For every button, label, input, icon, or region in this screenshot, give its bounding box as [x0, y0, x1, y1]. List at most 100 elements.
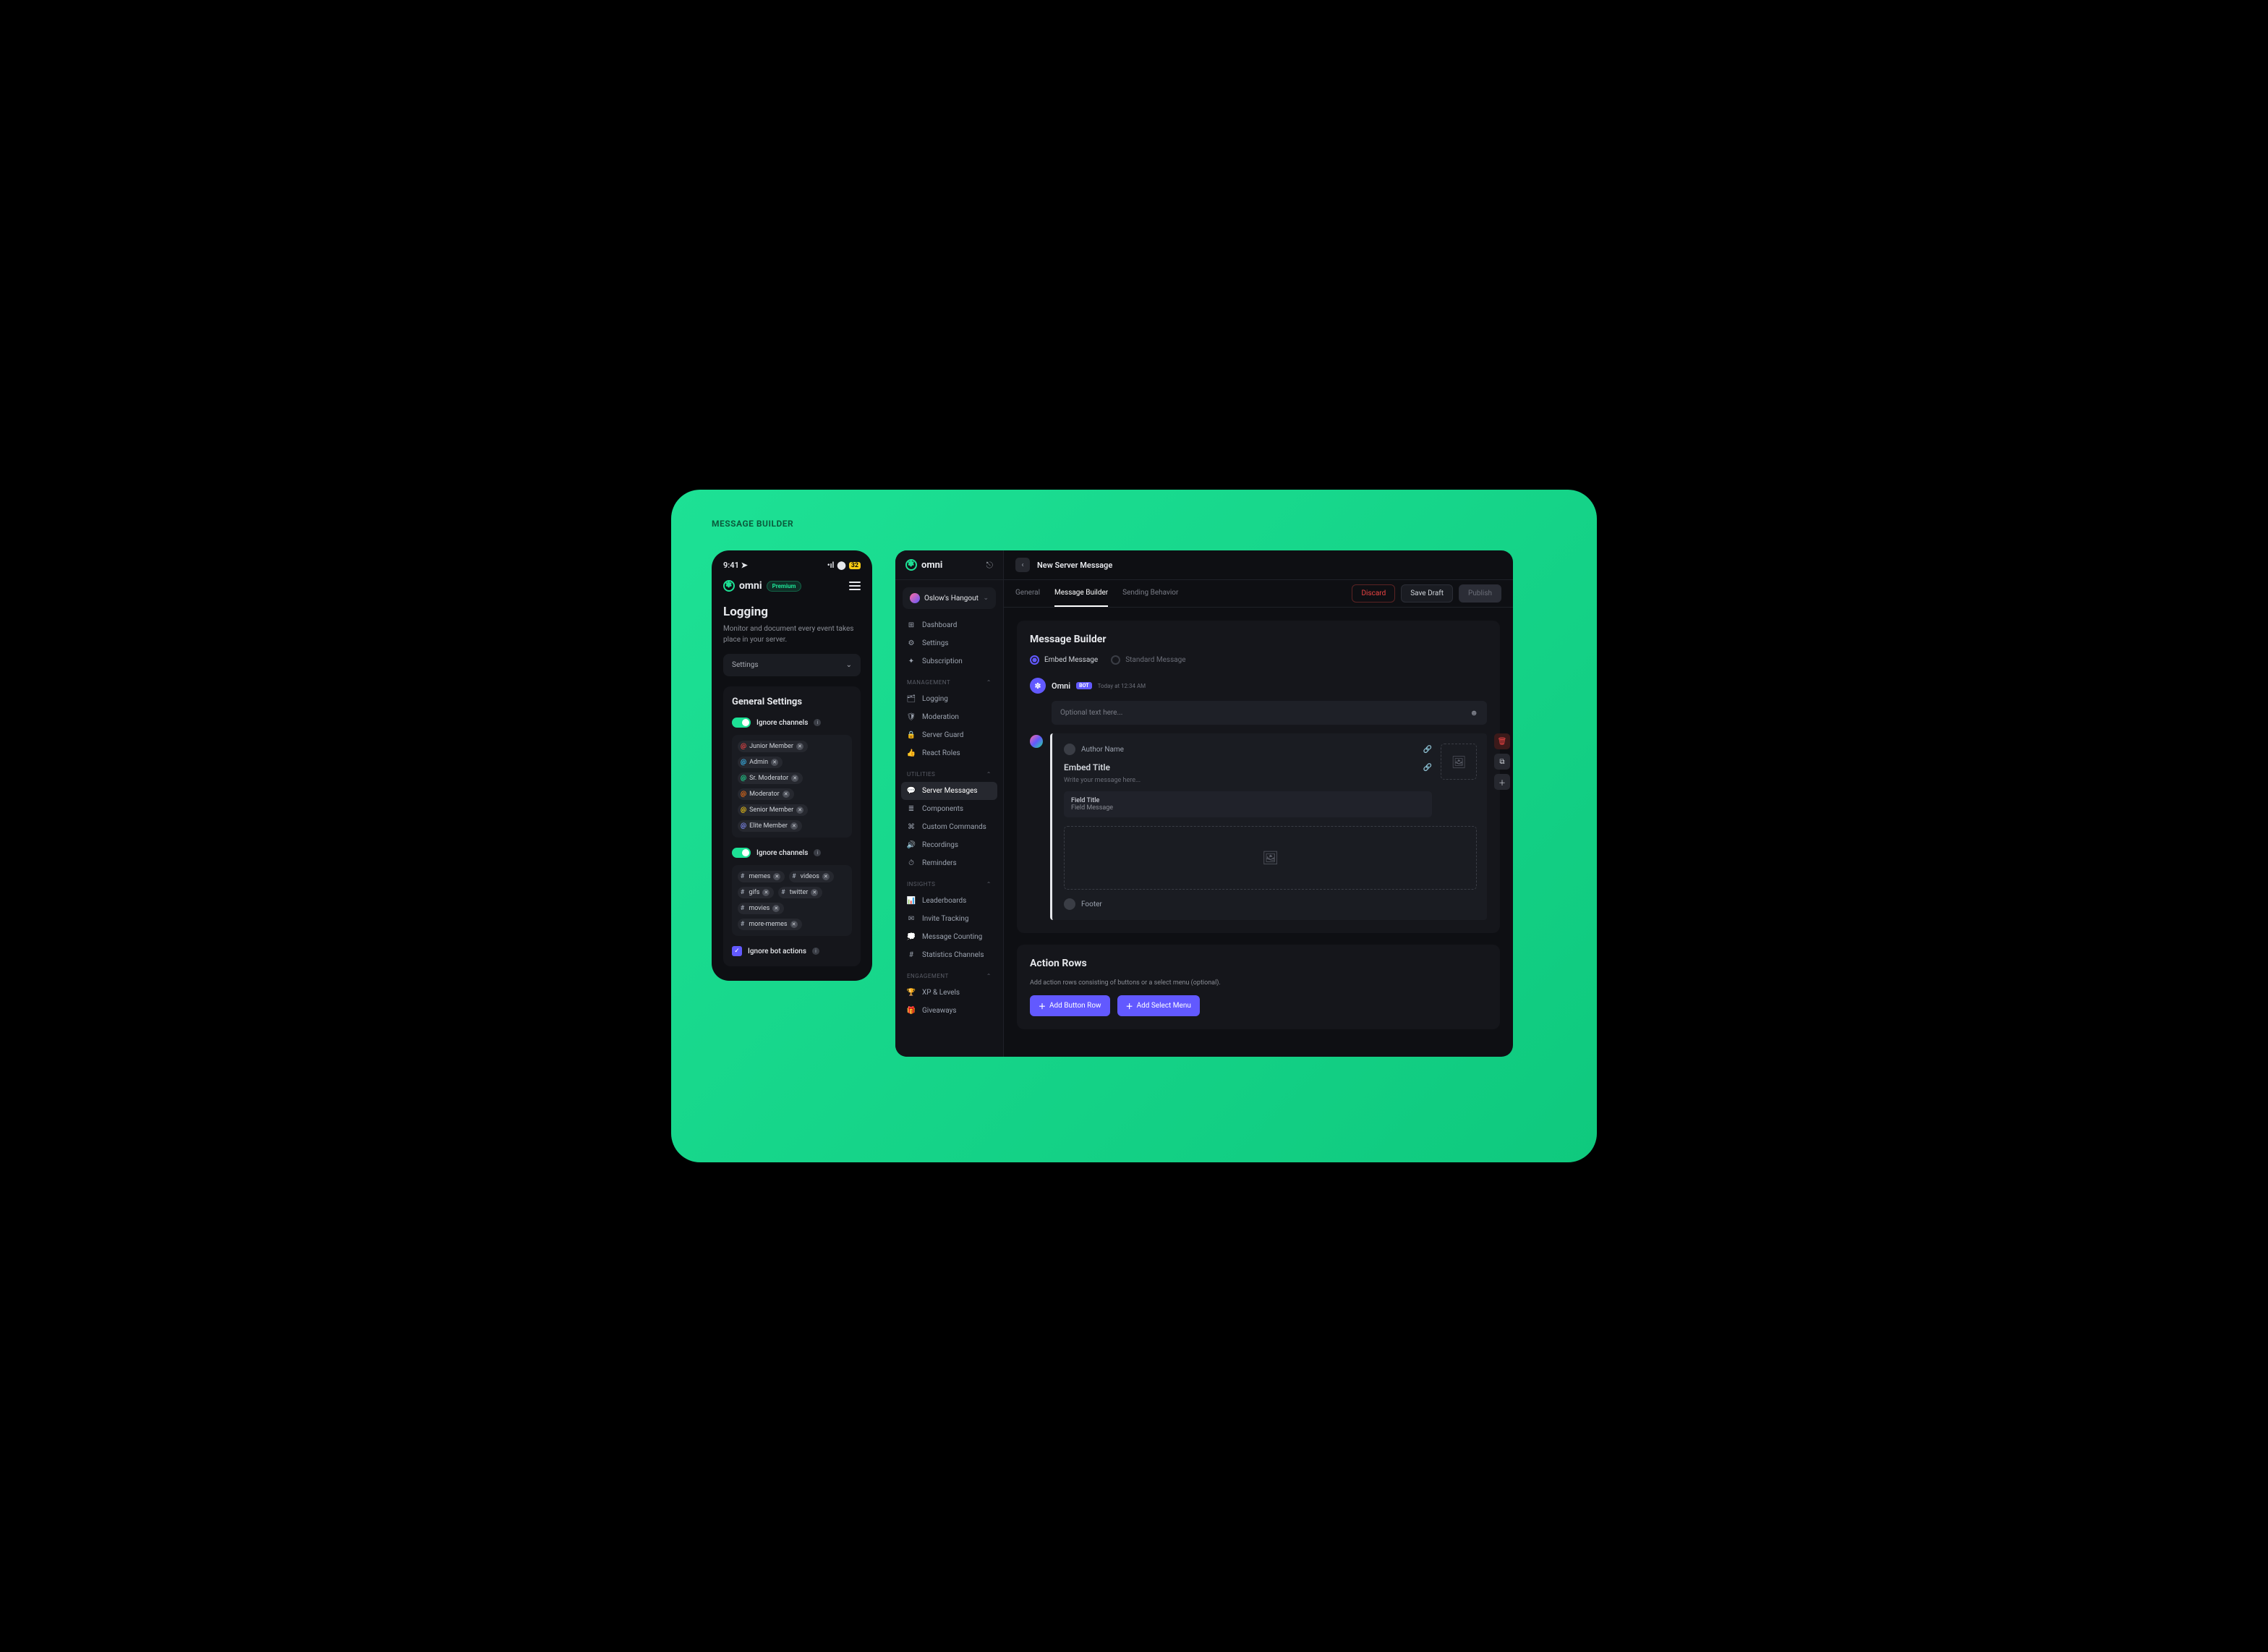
embed-title-input[interactable]: Embed Title 🔗 [1064, 762, 1432, 772]
nav-group-header[interactable]: ENGAGEMENT⌃ [901, 964, 997, 984]
logout-icon[interactable]: ⎋ [986, 560, 994, 571]
info-icon[interactable]: i [812, 948, 819, 955]
nav-group-header[interactable]: INSIGHTS⌃ [901, 872, 997, 892]
remove-icon[interactable]: ✕ [791, 775, 798, 782]
nav-icon: ✉ [907, 915, 916, 923]
bot-name: Omni [1052, 681, 1070, 691]
footer-input[interactable]: Footer [1081, 900, 1102, 908]
embed-field[interactable]: Field Title Field Message [1064, 791, 1432, 817]
nav-item[interactable]: ⚙Settings [901, 634, 997, 652]
nav-item[interactable]: 🛡Moderation [901, 708, 997, 726]
role-chip[interactable]: @Sr. Moderator✕ [738, 772, 803, 784]
delete-embed-button[interactable]: 🗑 [1494, 733, 1510, 749]
embed-description-input[interactable]: Write your message here... [1064, 777, 1432, 784]
add-button-row-button[interactable]: ＋Add Button Row [1030, 995, 1110, 1016]
back-button[interactable]: ‹ [1015, 558, 1030, 572]
tab[interactable]: Message Builder [1054, 580, 1108, 607]
nav-item[interactable]: 🏆XP & Levels [901, 984, 997, 1002]
toggle-label: Ignore channels [756, 719, 808, 727]
nav-item[interactable]: 📊Leaderboards [901, 892, 997, 910]
settings-select-label: Settings [732, 661, 759, 669]
info-icon[interactable]: i [814, 849, 821, 856]
plus-icon: ＋ [1039, 1000, 1046, 1011]
nav-label: Giveaways [922, 1007, 957, 1015]
save-draft-button[interactable]: Save Draft [1401, 584, 1453, 603]
nav-item[interactable]: 🎁Giveaways [901, 1002, 997, 1020]
remove-icon[interactable]: ✕ [783, 791, 790, 798]
channel-chip[interactable]: #twitter✕ [778, 887, 822, 898]
author-avatar[interactable] [1064, 744, 1075, 755]
channel-chip[interactable]: #more-memes✕ [738, 919, 802, 930]
channels-chip-list: #memes✕ #videos✕ #gifs✕ #twitter✕ #movies✕ #m… [732, 865, 852, 936]
server-select[interactable]: Oslow's Hangout ⌄ [903, 587, 996, 609]
remove-icon[interactable]: ✕ [790, 921, 798, 928]
nav-item[interactable]: 🔊Recordings [901, 836, 997, 854]
settings-select[interactable]: Settings ⌄ [723, 654, 861, 676]
remove-icon[interactable]: ✕ [796, 806, 803, 814]
color-handle[interactable] [1030, 735, 1043, 748]
footer-avatar[interactable] [1064, 898, 1075, 910]
publish-button[interactable]: Publish [1459, 584, 1501, 603]
nav-group-header[interactable]: MANAGEMENT⌃ [901, 670, 997, 690]
wifi-icon: ⬤ [837, 561, 845, 570]
nav-item[interactable]: 💬Server Messages [901, 782, 997, 800]
remove-icon[interactable]: ✕ [762, 889, 770, 896]
channel-chip[interactable]: #memes✕ [738, 871, 785, 882]
nav-group-header[interactable]: UTILITIES⌃ [901, 762, 997, 782]
remove-icon[interactable]: ✕ [811, 889, 818, 896]
emoji-icon[interactable]: ☻ [1470, 708, 1478, 718]
tab[interactable]: Sending Behavior [1122, 580, 1178, 607]
ignore-channels-toggle[interactable] [732, 718, 751, 728]
page-label: MESSAGE BUILDER [712, 519, 1597, 529]
button-label: Add Select Menu [1137, 1002, 1191, 1010]
role-chip[interactable]: @Senior Member✕ [738, 804, 808, 816]
copy-embed-button[interactable]: ⧉ [1494, 754, 1510, 770]
author-name-input[interactable]: Author Name [1081, 746, 1124, 754]
role-chip[interactable]: @Admin✕ [738, 757, 783, 768]
at-icon: @ [741, 759, 746, 766]
add-embed-button[interactable]: ＋ [1494, 774, 1510, 790]
link-icon[interactable]: 🔗 [1423, 764, 1432, 772]
remove-icon[interactable]: ✕ [790, 822, 798, 830]
remove-icon[interactable]: ✕ [796, 743, 803, 750]
ignore-channels-toggle-2[interactable] [732, 848, 751, 858]
brand-logo: omni Premium [723, 580, 801, 592]
hash-icon: # [741, 905, 744, 912]
role-chip[interactable]: @Elite Member✕ [738, 820, 802, 832]
channel-chip[interactable]: #movies✕ [738, 903, 784, 914]
role-chip[interactable]: @Junior Member✕ [738, 741, 808, 752]
nav-item[interactable]: 👍React Roles [901, 744, 997, 762]
nav-item[interactable]: 🔒Server Guard [901, 726, 997, 744]
ignore-bots-checkbox[interactable]: ✓ [732, 946, 742, 956]
channel-chip[interactable]: #videos✕ [789, 871, 834, 882]
remove-icon[interactable]: ✕ [771, 759, 778, 766]
channel-chip[interactable]: #gifs✕ [738, 887, 774, 898]
menu-icon[interactable] [849, 582, 861, 590]
discard-button[interactable]: Discard [1352, 584, 1395, 603]
nav-item[interactable]: 🗂Logging [901, 690, 997, 708]
optional-text-input[interactable]: Optional text here... ☻ [1052, 701, 1487, 725]
nav-item[interactable]: #Statistics Channels [901, 946, 997, 964]
info-icon[interactable]: i [814, 719, 821, 726]
radio-standard-message[interactable]: Standard Message [1111, 655, 1185, 665]
at-icon: @ [741, 791, 746, 798]
role-chip[interactable]: @Moderator✕ [738, 788, 794, 800]
nav-item[interactable]: ⏱Reminders [901, 854, 997, 872]
image-upload[interactable]: 🖼 [1064, 826, 1477, 890]
tab[interactable]: General [1015, 580, 1040, 607]
nav-item[interactable]: ✦Subscription [901, 652, 997, 670]
add-select-menu-button[interactable]: ＋Add Select Menu [1117, 995, 1200, 1016]
panel-description: Add action rows consisting of buttons or… [1030, 979, 1487, 987]
nav-item[interactable]: ≣Components [901, 800, 997, 818]
nav-item[interactable]: 💭Message Counting [901, 928, 997, 946]
link-icon[interactable]: 🔗 [1423, 746, 1432, 754]
thumbnail-upload[interactable]: 🖼 [1441, 744, 1477, 780]
nav-item[interactable]: ⊞Dashboard [901, 616, 997, 634]
remove-icon[interactable]: ✕ [773, 873, 780, 880]
nav-icon: ⊞ [907, 621, 916, 629]
nav-item[interactable]: ⌘Custom Commands [901, 818, 997, 836]
nav-item[interactable]: ✉Invite Tracking [901, 910, 997, 928]
radio-embed-message[interactable]: Embed Message [1030, 655, 1098, 665]
remove-icon[interactable]: ✕ [772, 905, 780, 912]
remove-icon[interactable]: ✕ [822, 873, 830, 880]
